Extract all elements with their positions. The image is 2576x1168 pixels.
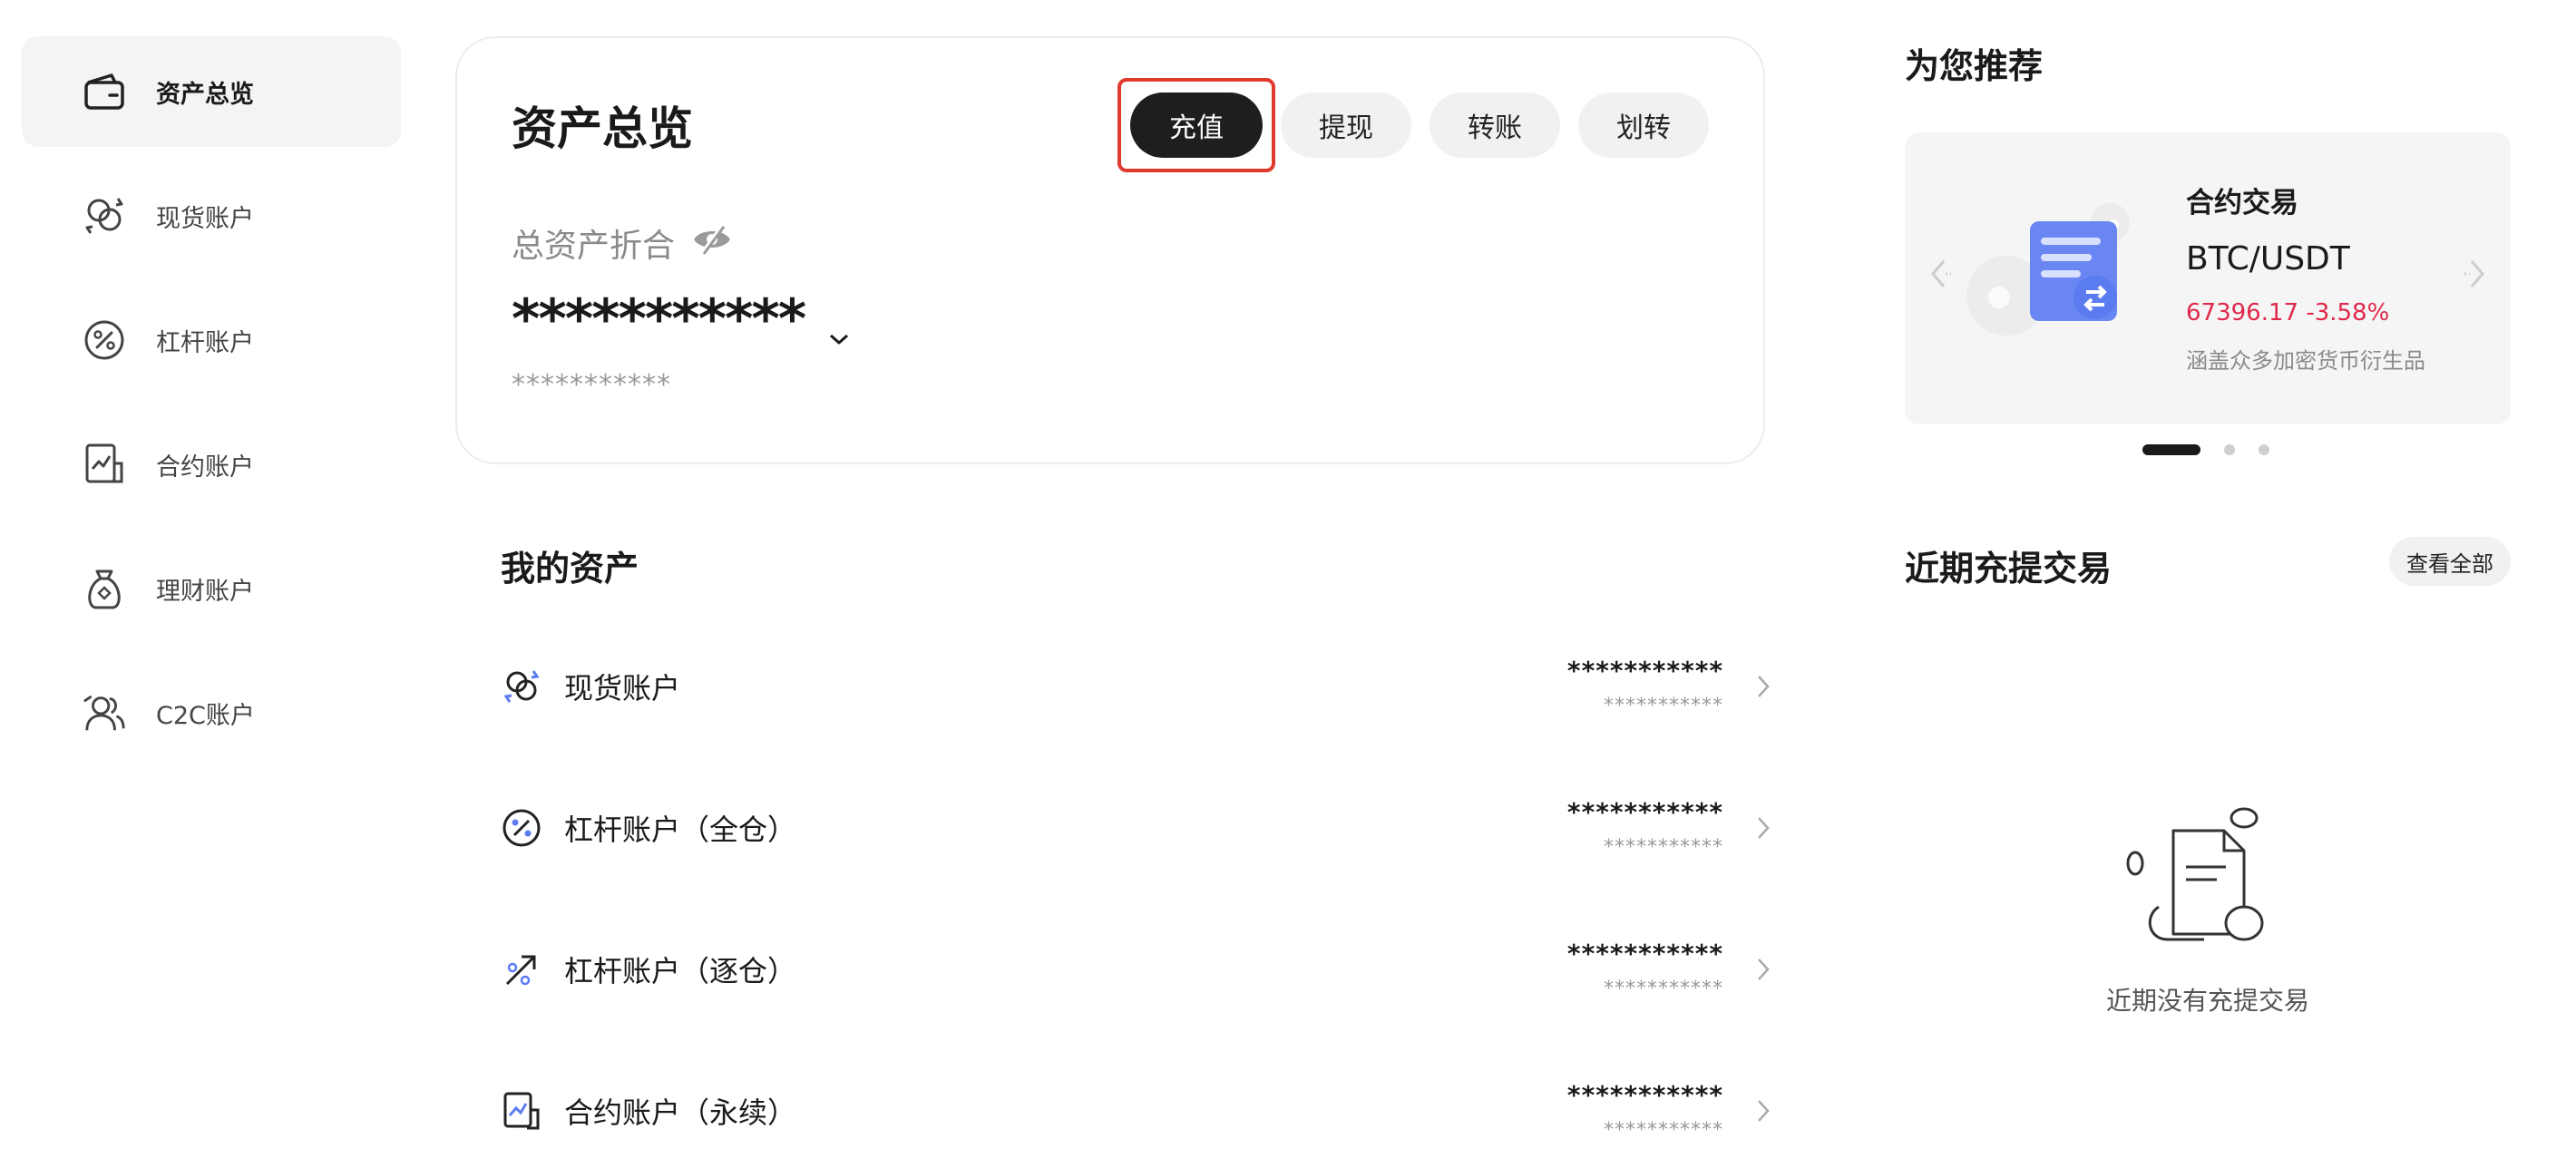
total-assets-value: *********** (512, 278, 850, 360)
asset-row-isolated-margin[interactable]: 杠杆账户（逐仓） *********** *********** (501, 920, 1774, 1019)
asset-name: 现货账户 (564, 671, 681, 706)
sidebar-item-label: C2C账户 (156, 701, 255, 730)
view-all-button[interactable]: 查看全部 (2389, 537, 2511, 586)
spot-coins-icon (82, 193, 127, 238)
asset-value: *********** (1566, 1080, 1723, 1110)
sidebar-item-asset-overview[interactable]: 资产总览 (22, 36, 401, 147)
action-buttons: 充值 提现 转账 划转 (1130, 92, 1709, 158)
total-assets-label: 总资产折合 (512, 219, 733, 267)
sidebar: 资产总览 现货账户 杠杆账户 合约账户 理财账户 C2C账户 (22, 36, 401, 782)
asset-row-cross-margin[interactable]: 杠杆账户（全仓） *********** *********** (501, 778, 1774, 878)
sidebar-item-futures-account[interactable]: 合约账户 (22, 409, 401, 520)
asset-row-spot[interactable]: 现货账户 *********** *********** (501, 637, 1774, 736)
futures-chart-icon (82, 442, 127, 487)
wallet-icon (82, 69, 127, 114)
recommend-price-change: 67396.17 -3.58% (2186, 299, 2390, 326)
eye-hidden-icon[interactable] (691, 223, 733, 264)
asset-name: 合约账户（永续） (564, 1095, 797, 1130)
asset-sub-value: *********** (1604, 1119, 1723, 1142)
recommend-card[interactable]: 合约交易 BTC/USDT 67396.17 -3.58% 涵盖众多加密货币衍生… (1905, 132, 2511, 424)
futures-chart-icon (501, 1090, 542, 1132)
asset-value: *********** (1566, 939, 1723, 968)
empty-document-icon (2122, 807, 2286, 952)
margin-percent-icon (501, 807, 542, 849)
total-assets-label-text: 总资产折合 (512, 228, 676, 265)
recommend-kind: 合约交易 (2186, 187, 2298, 219)
recent-transactions-title: 近期充提交易 (1905, 549, 2113, 589)
margin-percent-icon (82, 317, 127, 363)
page-title: 资产总览 (512, 102, 693, 155)
sidebar-item-label: 现货账户 (156, 204, 254, 233)
asset-sub-value: *********** (1604, 695, 1723, 717)
asset-overview-card: 资产总览 充值 提现 转账 划转 总资产折合 *********** *****… (455, 36, 1765, 464)
asset-value: *********** (1566, 656, 1723, 686)
asset-name: 杠杆账户（逐仓） (564, 954, 797, 988)
chevron-right-icon (1756, 957, 1774, 982)
sidebar-item-c2c-account[interactable]: C2C账户 (22, 657, 401, 768)
isolated-margin-icon (501, 949, 542, 990)
carousel-dot[interactable] (2142, 444, 2200, 455)
chevron-down-icon[interactable] (828, 297, 850, 360)
asset-values: *********** *********** (1567, 656, 1723, 717)
deposit-button[interactable]: 充值 (1130, 92, 1263, 158)
asset-values: *********** *********** (1567, 939, 1723, 1000)
asset-row-perpetual-futures[interactable]: 合约账户（永续） *********** *********** (501, 1061, 1774, 1161)
my-assets-title: 我的资产 (501, 549, 639, 589)
total-assets-amount: *********** (512, 287, 806, 351)
chevron-right-icon (1756, 1098, 1774, 1124)
recommend-title: 为您推荐 (1905, 46, 2044, 86)
money-bag-icon (82, 566, 127, 611)
sidebar-item-label: 理财账户 (156, 577, 254, 606)
transfer-button[interactable]: 转账 (1429, 92, 1560, 158)
asset-value: *********** (1566, 797, 1723, 827)
recommend-description: 涵盖众多加密货币衍生品 (2186, 348, 2425, 374)
chevron-right-icon (1756, 815, 1774, 841)
recommend-text: 合约交易 BTC/USDT 67396.17 -3.58% 涵盖众多加密货币衍生… (2186, 180, 2425, 375)
sidebar-item-margin-account[interactable]: 杠杆账户 (22, 285, 401, 395)
chevron-right-icon (1756, 674, 1774, 699)
carousel-prev-icon[interactable] (1921, 256, 1957, 292)
asset-values: *********** *********** (1567, 1080, 1723, 1142)
asset-values: *********** *********** (1567, 797, 1723, 859)
asset-sub-value: *********** (1604, 836, 1723, 859)
sidebar-item-label: 合约账户 (156, 453, 254, 482)
withdraw-button[interactable]: 提现 (1281, 92, 1411, 158)
internal-transfer-button[interactable]: 划转 (1578, 92, 1709, 158)
carousel-dot[interactable] (2224, 444, 2235, 455)
carousel-dot[interactable] (2259, 444, 2269, 455)
total-assets-secondary: *********** (512, 369, 671, 401)
sidebar-item-label: 资产总览 (156, 80, 254, 109)
futures-trading-illustration-icon (1959, 196, 2132, 359)
sidebar-item-spot-account[interactable]: 现货账户 (22, 161, 401, 271)
sidebar-item-label: 杠杆账户 (156, 328, 254, 357)
empty-state-text: 近期没有充提交易 (2105, 986, 2309, 1016)
carousel-next-icon[interactable] (2458, 256, 2494, 292)
spot-coins-icon (501, 666, 542, 707)
asset-name: 杠杆账户（全仓） (564, 813, 797, 847)
users-icon (82, 690, 127, 735)
asset-sub-value: *********** (1604, 978, 1723, 1000)
carousel-dots (2142, 444, 2269, 455)
recommend-pair: BTC/USDT (2186, 240, 2350, 277)
sidebar-item-earn-account[interactable]: 理财账户 (22, 533, 401, 644)
